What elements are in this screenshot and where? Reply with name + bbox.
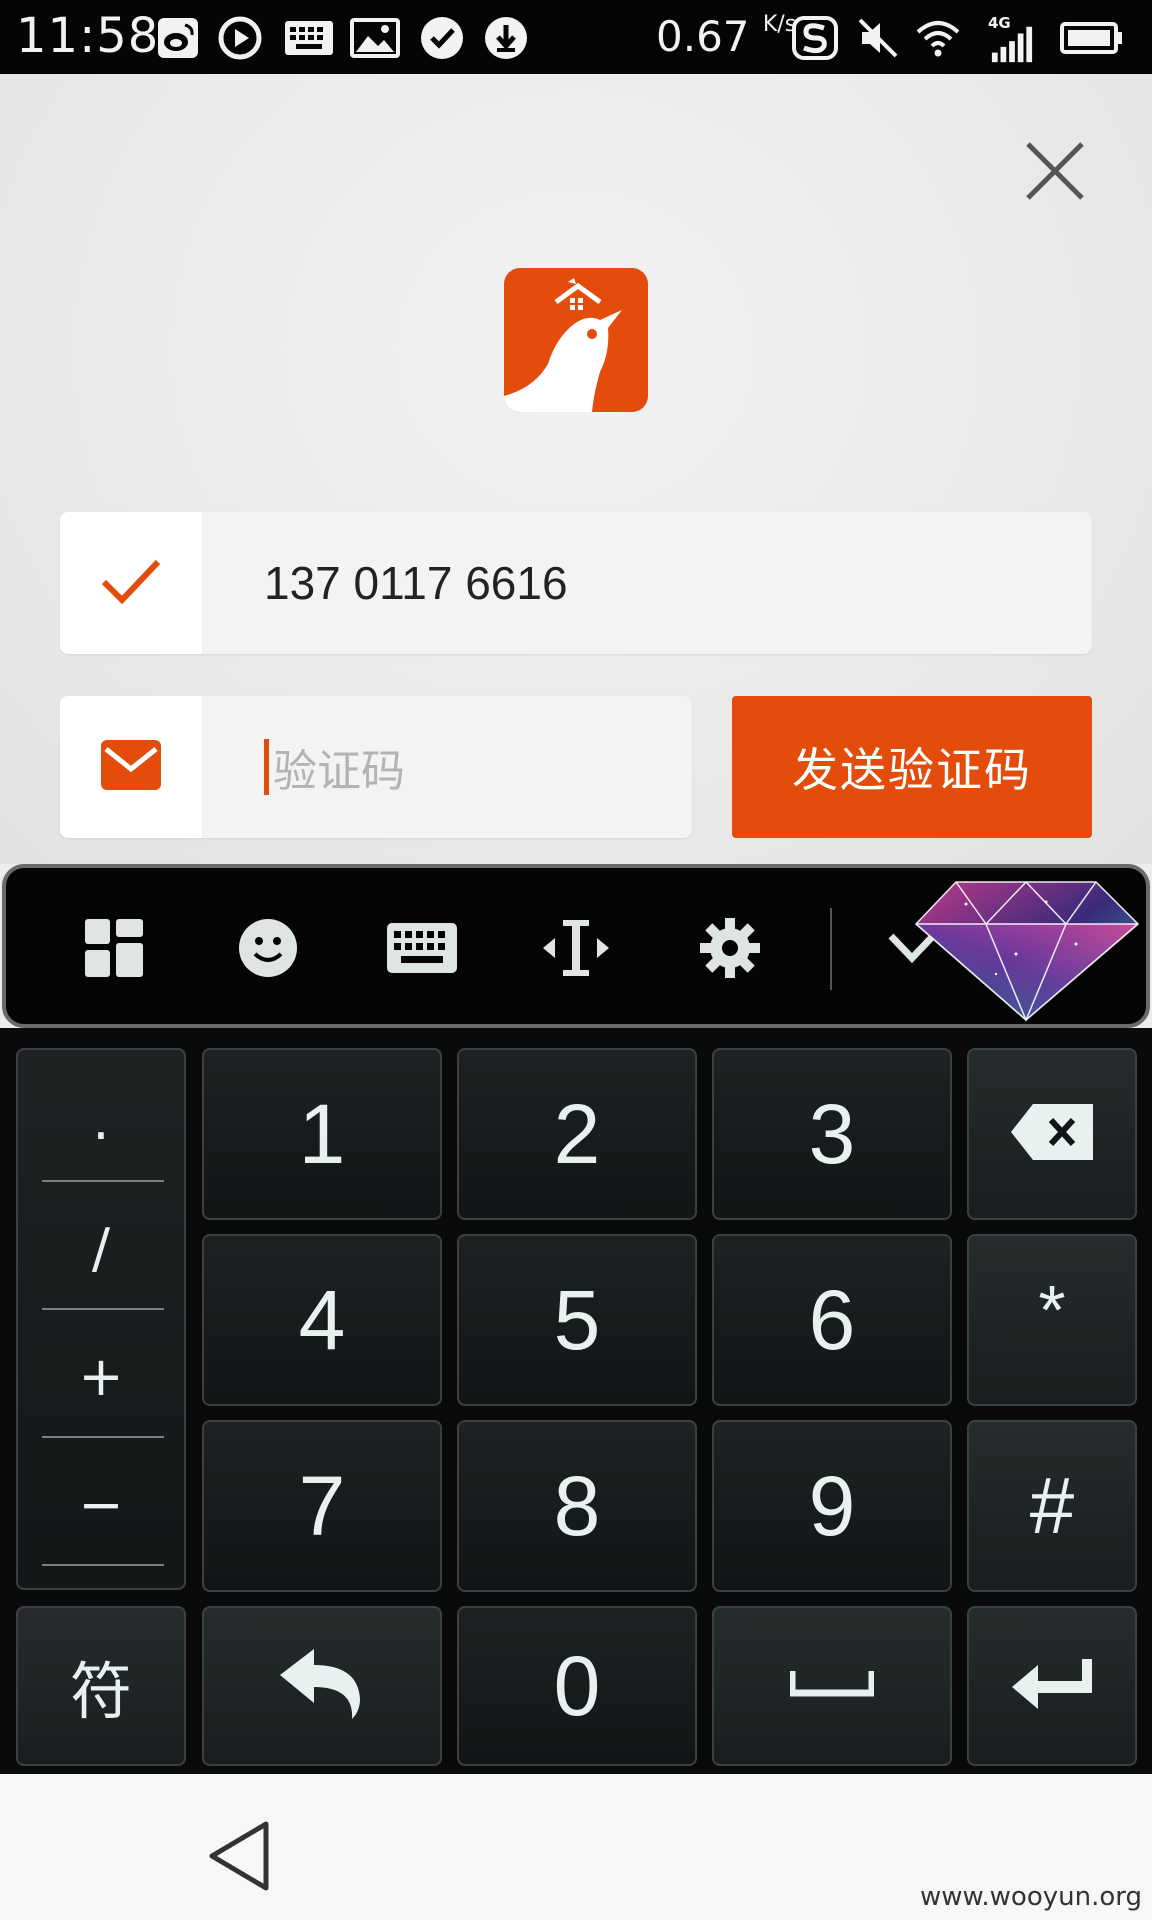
network-speed: 0.67 K/s [656, 12, 797, 61]
key-0[interactable]: 0 [457, 1606, 697, 1766]
back-icon[interactable] [204, 1818, 274, 1894]
check-circle-icon [420, 16, 464, 60]
key-dot[interactable]: . [40, 1056, 162, 1184]
key-asterisk[interactable]: * [967, 1234, 1137, 1406]
battery-icon [1060, 16, 1124, 60]
sogou-icon [792, 16, 838, 60]
grid-icon[interactable] [78, 912, 150, 984]
enter-key[interactable] [967, 1606, 1137, 1766]
wifi-icon [916, 16, 960, 60]
app-logo [504, 268, 648, 412]
keyboard-icon [284, 16, 334, 60]
mute-icon [856, 16, 900, 60]
backspace-icon [1011, 1103, 1093, 1165]
symbol-divider [42, 1180, 164, 1182]
key-9[interactable]: 9 [712, 1420, 952, 1592]
key-4[interactable]: 4 [202, 1234, 442, 1406]
symbols-key[interactable]: 符 [16, 1606, 186, 1766]
keyboard-switch-icon[interactable] [386, 912, 458, 984]
space-key[interactable] [712, 1606, 952, 1766]
symbol-divider [42, 1564, 164, 1566]
emoji-icon[interactable] [232, 912, 304, 984]
phone-input[interactable]: 137 0117 6616 [264, 512, 568, 654]
undo-icon [280, 1647, 364, 1726]
status-bar: 11:58 0.67 K/s 4G [0, 0, 1152, 74]
text-cursor [264, 739, 269, 795]
mail-icon [100, 739, 162, 795]
key-8[interactable]: 8 [457, 1420, 697, 1592]
symbol-divider [42, 1436, 164, 1438]
undo-key[interactable] [202, 1606, 442, 1766]
symbol-divider [42, 1308, 164, 1310]
key-1[interactable]: 1 [202, 1048, 442, 1220]
send-code-button[interactable]: 发送验证码 [732, 696, 1092, 838]
key-hash[interactable]: # [967, 1420, 1137, 1592]
toolbar-divider [830, 908, 832, 990]
phone-verified-box [60, 512, 202, 654]
image-icon [350, 16, 400, 60]
key-minus[interactable]: − [40, 1440, 162, 1568]
key-slash[interactable]: / [40, 1184, 162, 1312]
cursor-move-icon[interactable] [540, 912, 612, 984]
checkmark-icon [100, 556, 162, 610]
gear-icon[interactable] [694, 912, 766, 984]
diamond-skin-image [914, 880, 1140, 1022]
code-field[interactable]: 验证码 [60, 696, 692, 838]
numeric-keyboard: . / + − 1 2 3 4 5 6 * 7 8 9 # 符 0 [0, 1028, 1152, 1774]
code-placeholder: 验证码 [273, 747, 405, 796]
status-time: 11:58 [16, 8, 160, 64]
space-icon [788, 1670, 876, 1702]
backspace-key[interactable] [967, 1048, 1137, 1220]
enter-icon [1012, 1658, 1092, 1714]
key-3[interactable]: 3 [712, 1048, 952, 1220]
watermark-text: www.wooyun.org [919, 1882, 1142, 1912]
navigation-bar: www.wooyun.org [0, 1774, 1152, 1920]
code-icon-box [60, 696, 202, 838]
key-6[interactable]: 6 [712, 1234, 952, 1406]
weibo-icon [156, 16, 200, 60]
key-5[interactable]: 5 [457, 1234, 697, 1406]
code-input[interactable]: 验证码 [264, 696, 405, 838]
key-plus[interactable]: + [40, 1312, 162, 1440]
signal-icon [990, 22, 1034, 66]
key-7[interactable]: 7 [202, 1420, 442, 1592]
phone-field[interactable]: 137 0117 6616 [60, 512, 1092, 654]
download-icon [484, 16, 528, 60]
key-2[interactable]: 2 [457, 1048, 697, 1220]
play-icon [218, 16, 262, 60]
close-icon[interactable] [1020, 136, 1090, 206]
keyboard-toolbar [2, 864, 1150, 1028]
symbol-column: . / + − [16, 1048, 186, 1590]
